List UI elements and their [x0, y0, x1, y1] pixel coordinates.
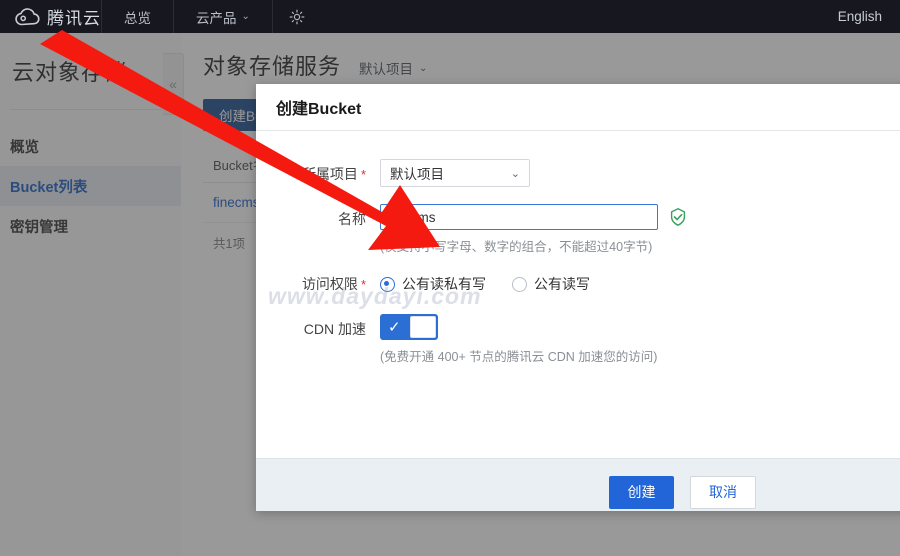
- language-switch[interactable]: English: [820, 9, 900, 24]
- chevron-down-icon: ⌄: [510, 167, 520, 180]
- acl-option-1-label: 公有读写: [534, 276, 590, 292]
- dialog-footer: 创建 取消: [256, 458, 900, 511]
- required-marker: *: [360, 167, 366, 182]
- acl-option-0-label: 公有读私有写: [402, 276, 486, 292]
- toggle-knob: [410, 316, 436, 338]
- nav-right-group: English: [820, 0, 900, 33]
- acl-radio-group: 公有读私有写 公有读写: [380, 269, 900, 299]
- chevron-down-icon: ⌄: [241, 11, 250, 22]
- cdn-toggle-switch[interactable]: ✓: [380, 314, 438, 340]
- form-row-acl: 访问权限 * 公有读私有写 公有读写: [256, 269, 900, 300]
- nav-item-products[interactable]: 云产品 ⌄: [174, 0, 272, 33]
- nav-item-products-label: 云产品: [196, 10, 237, 26]
- form-row-name: 名称 (仅支持小写字母、数字的组合，不能超过40字节): [256, 204, 900, 255]
- acl-label-text: 访问权限: [301, 276, 358, 292]
- acl-option-public-read-write[interactable]: 公有读写: [512, 274, 590, 294]
- radio-dot-icon: [512, 276, 527, 292]
- brand-logo[interactable]: 腾讯云: [14, 4, 101, 29]
- dialog-body: 所属项目 * 默认项目 ⌄ 名称 finecms (仅支持小写字母、数字的组合，…: [256, 131, 900, 458]
- project-field-label: 所属项目 *: [256, 159, 380, 190]
- confirm-create-button[interactable]: 创建: [609, 475, 674, 509]
- acl-field-label: 访问权限 *: [256, 269, 380, 300]
- nav-item-overview[interactable]: 总览: [102, 0, 173, 33]
- check-shield-icon: [668, 207, 688, 227]
- cdn-field-label: CDN 加速: [303, 321, 366, 337]
- acl-field-control: 公有读私有写 公有读写: [380, 269, 900, 299]
- project-select-value: 默认项目: [390, 167, 444, 182]
- cloud-logo-icon: [14, 7, 40, 27]
- bucket-name-input[interactable]: [380, 204, 658, 230]
- name-input-wrap: [380, 204, 900, 230]
- name-field-control: (仅支持小写字母、数字的组合，不能超过40字节): [380, 204, 900, 255]
- create-bucket-dialog: 创建Bucket 所属项目 * 默认项目 ⌄ 名称 finecms (仅支持小写…: [256, 84, 900, 511]
- nav-item-overview-label: 总览: [124, 10, 151, 26]
- check-icon: ✓: [388, 318, 401, 336]
- form-row-project: 所属项目 * 默认项目 ⌄: [256, 159, 900, 190]
- radio-dot-icon: [380, 276, 395, 292]
- dialog-title: 创建Bucket: [276, 101, 362, 118]
- acl-option-public-read-private-write[interactable]: 公有读私有写: [380, 274, 486, 294]
- cdn-field-hint: (免费开通 400+ 节点的腾讯云 CDN 加速您的访问): [380, 350, 658, 364]
- project-label-text: 所属项目: [301, 166, 358, 182]
- form-row-cdn: CDN 加速 ✓ (免费开通 400+ 节点的腾讯云 CDN 加速您的访问): [256, 314, 900, 365]
- gear-icon[interactable]: [273, 0, 321, 33]
- brand-name: 腾讯云: [47, 9, 101, 28]
- name-field-label: 名称: [338, 211, 366, 227]
- required-marker: *: [360, 277, 366, 292]
- top-navigation-bar: 腾讯云 总览 云产品 ⌄ English: [0, 0, 900, 33]
- project-field-control: 默认项目 ⌄: [380, 159, 900, 187]
- dialog-header: 创建Bucket: [256, 84, 900, 131]
- name-field-hint: (仅支持小写字母、数字的组合，不能超过40字节): [380, 240, 653, 254]
- cancel-button[interactable]: 取消: [690, 475, 756, 509]
- cdn-field-control: ✓ (免费开通 400+ 节点的腾讯云 CDN 加速您的访问): [380, 314, 900, 365]
- project-select[interactable]: 默认项目 ⌄: [380, 159, 530, 187]
